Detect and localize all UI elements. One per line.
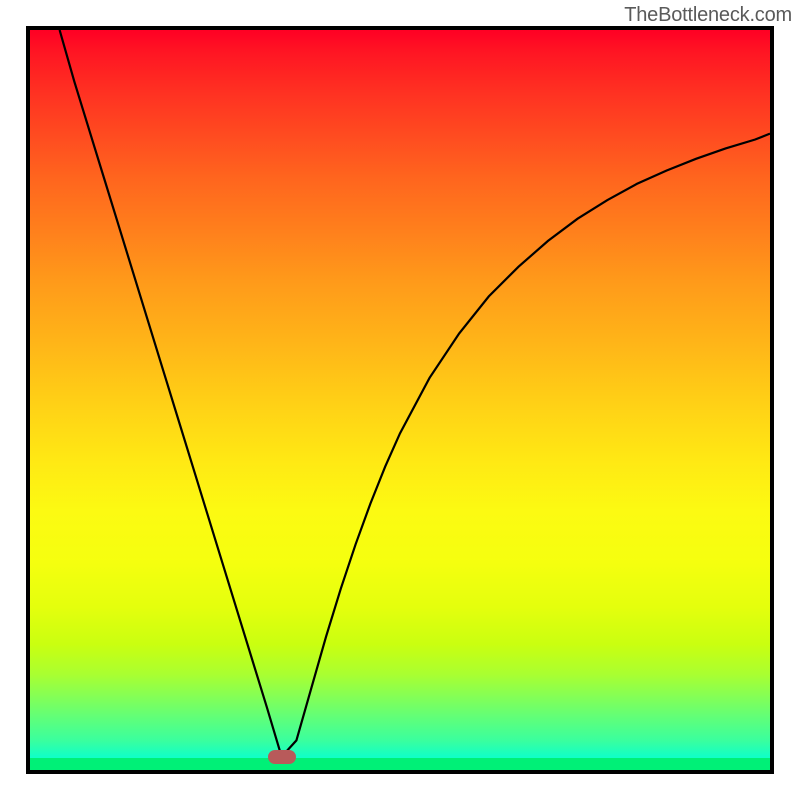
bottleneck-curve-path [60, 30, 770, 757]
curve-svg [30, 30, 770, 770]
plot-area [30, 30, 770, 770]
chart-container: TheBottleneck.com [0, 0, 800, 800]
minimum-marker [268, 750, 296, 764]
watermark-text: TheBottleneck.com [624, 4, 792, 27]
